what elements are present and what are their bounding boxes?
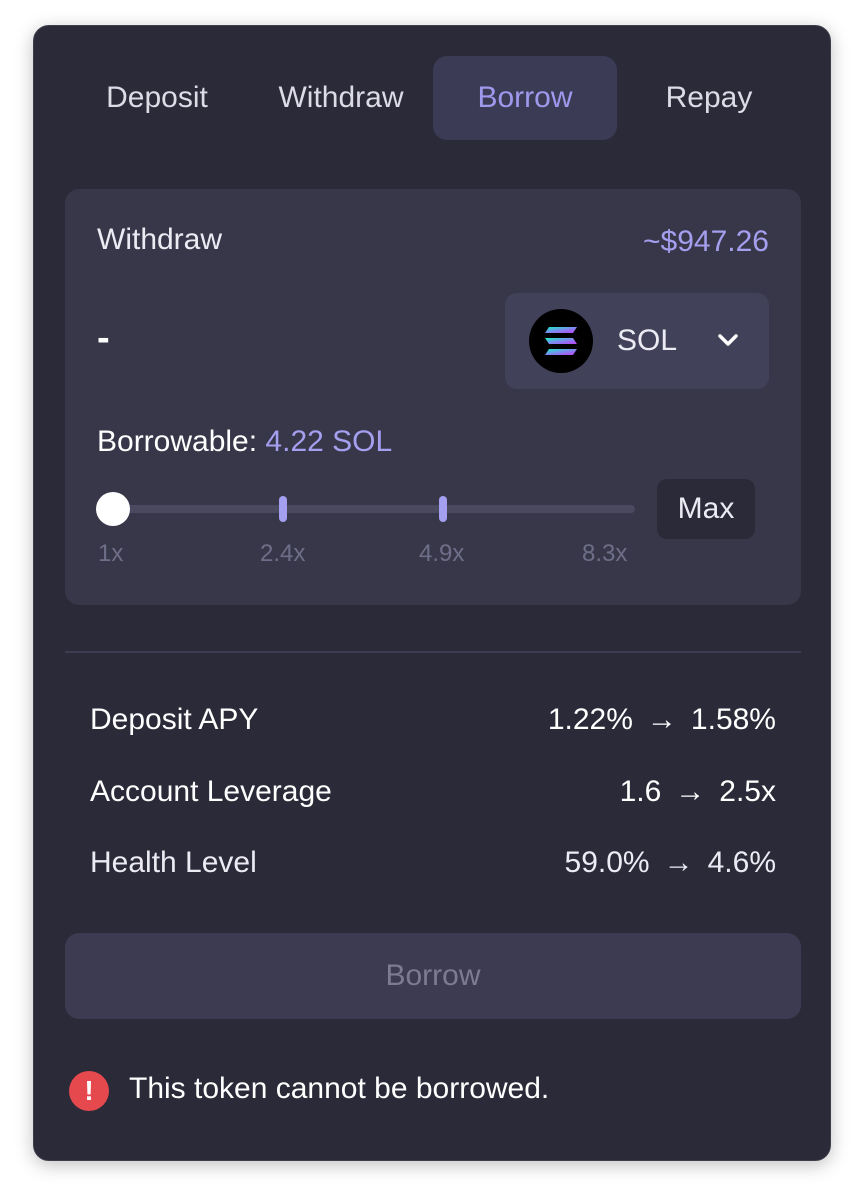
panel-label: Withdraw [97, 223, 223, 256]
stat-value: 1.6 → 2.5x [619, 775, 776, 808]
stat-deposit-apy: Deposit APY 1.22% → 1.58% [90, 703, 776, 743]
token-symbol: SOL [617, 324, 678, 357]
chevron-down-icon [715, 327, 741, 358]
borrowable-value: 4.22 SOL [265, 425, 393, 458]
tick-label: 2.4x [260, 540, 306, 567]
stat-label: Health Level [90, 846, 257, 879]
borrowable-row: Borrowable: 4.22 SOL [97, 425, 392, 459]
tab-repay[interactable]: Repay [617, 56, 801, 140]
stat-value: 59.0% → 4.6% [564, 846, 776, 879]
divider [65, 651, 801, 653]
stat-value: 1.22% → 1.58% [547, 703, 776, 736]
stat-health-level: Health Level 59.0% → 4.6% [90, 846, 776, 886]
usd-value: ~$947.26 [643, 225, 769, 258]
borrowable-label: Borrowable: [97, 425, 258, 458]
stat-label: Deposit APY [90, 703, 259, 736]
slider-tick [279, 496, 287, 522]
token-select[interactable]: SOL [505, 293, 769, 389]
borrow-card: Deposit Withdraw Borrow Repay Withdraw ~… [33, 25, 831, 1161]
warning-message: This token cannot be borrowed. [129, 1072, 550, 1105]
stat-label: Account Leverage [90, 775, 332, 808]
slider-tick [439, 496, 447, 522]
amount-input[interactable]: - [97, 317, 110, 360]
tab-withdraw[interactable]: Withdraw [249, 56, 433, 140]
solana-logo-icon [529, 309, 593, 373]
leverage-slider-thumb[interactable] [96, 492, 130, 526]
borrow-button[interactable]: Borrow [65, 933, 801, 1019]
leverage-slider-track[interactable] [101, 505, 635, 513]
tab-borrow[interactable]: Borrow [433, 56, 617, 140]
stat-account-leverage: Account Leverage 1.6 → 2.5x [90, 775, 776, 815]
action-tabs: Deposit Withdraw Borrow Repay [65, 56, 801, 140]
tick-label: 8.3x [582, 540, 628, 567]
amount-panel: Withdraw ~$947.26 - SOL Borrowable: 4.22… [65, 189, 801, 605]
exclamation-icon: ! [69, 1071, 109, 1111]
tick-label: 4.9x [419, 540, 465, 567]
tab-deposit[interactable]: Deposit [65, 56, 249, 140]
tick-label: 1x [98, 540, 124, 567]
max-button[interactable]: Max [657, 479, 755, 539]
